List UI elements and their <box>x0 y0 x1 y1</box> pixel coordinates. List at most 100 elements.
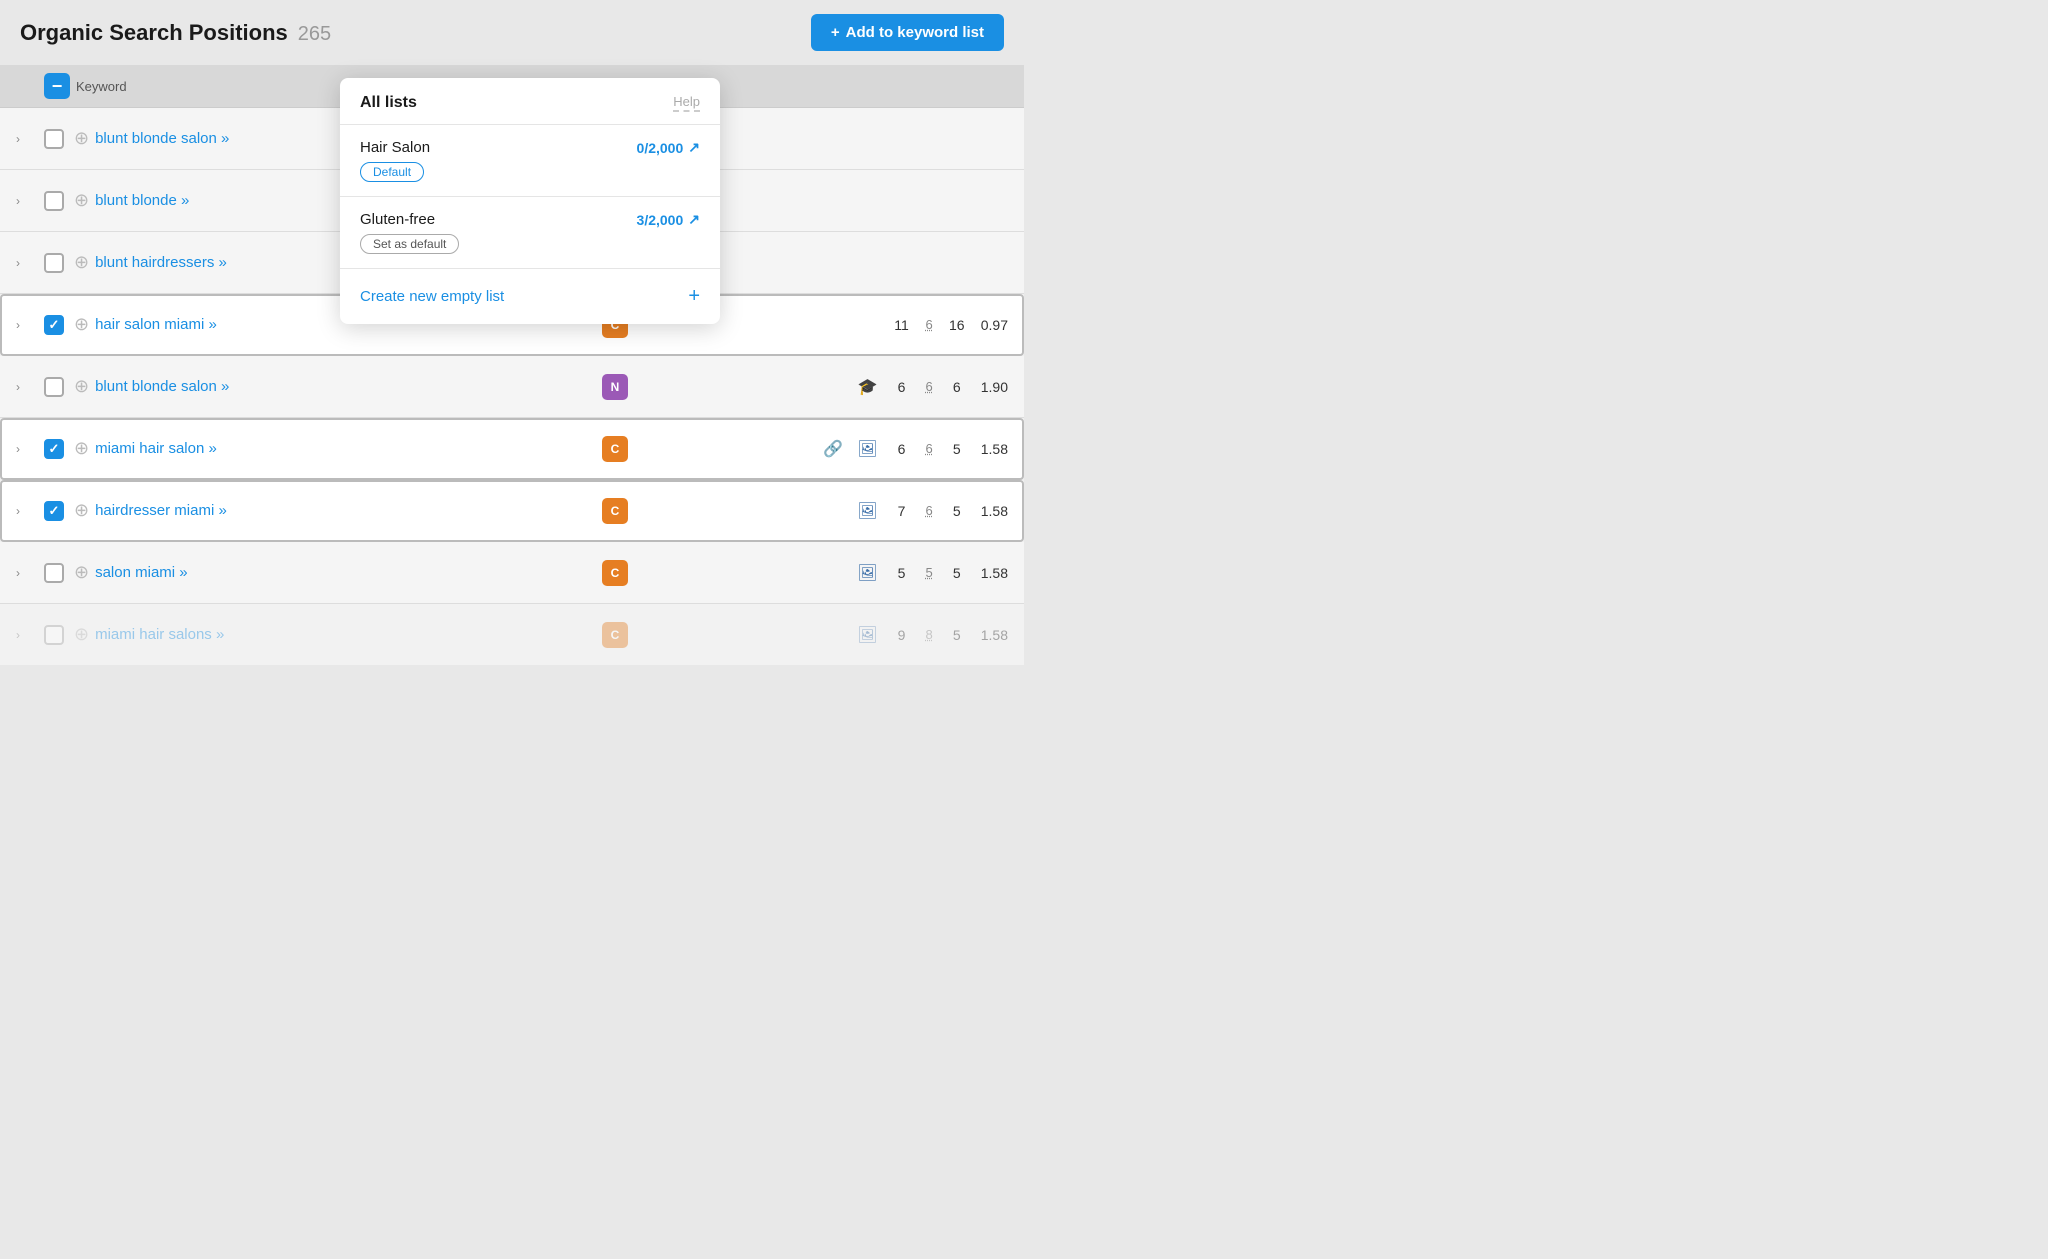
header-left: Organic Search Positions 265 <box>20 20 331 46</box>
data-num2: 0.97 <box>981 317 1008 333</box>
list-item-gluten-free: Gluten-free 3/2,000 ↗ Set as default <box>340 197 720 269</box>
plus-icon: + <box>831 24 840 41</box>
data-num1: 16 <box>947 317 967 333</box>
data-num1: 5 <box>947 441 967 457</box>
keyword-text[interactable]: salon miami » <box>95 564 188 581</box>
keyword-text[interactable]: blunt blonde salon » <box>95 130 229 147</box>
intent-badge: C <box>602 498 628 524</box>
create-new-label[interactable]: Create new empty list <box>360 288 504 305</box>
intent-badge: N <box>602 374 628 400</box>
data-num1: 5 <box>947 503 967 519</box>
position-num2: 6 <box>926 379 933 394</box>
position-num: 11 <box>892 317 912 333</box>
list-count[interactable]: 0/2,000 ↗ <box>637 139 700 156</box>
keyword-text[interactable]: miami hair salons » <box>95 626 224 643</box>
link-icon: 🔗 <box>823 439 843 459</box>
row-checkbox[interactable] <box>44 439 64 459</box>
position-num: 6 <box>892 441 912 457</box>
data-num2: 1.58 <box>981 441 1008 457</box>
add-to-list-icon[interactable]: ⊕ <box>74 190 89 211</box>
position-num2: 6 <box>926 441 933 456</box>
data-cols: 🖼 7 6 5 1.58 <box>628 501 1008 521</box>
row-checkbox[interactable] <box>44 625 64 645</box>
row-checkbox[interactable] <box>44 563 64 583</box>
set-default-button[interactable]: Set as default <box>360 234 459 254</box>
count-text: 0/2,000 <box>637 140 684 156</box>
list-count[interactable]: 3/2,000 ↗ <box>637 211 700 228</box>
count-badge: 265 <box>298 23 331 46</box>
add-keyword-button[interactable]: + Add to keyword list <box>811 14 1004 51</box>
row-checkbox[interactable] <box>44 501 64 521</box>
table-row: › ⊕ miami hair salons » C 🖼 9 8 5 1.58 <box>0 604 1024 666</box>
create-new-plus-icon[interactable]: + <box>688 285 700 308</box>
data-num1: 6 <box>947 379 967 395</box>
page-title: Organic Search Positions <box>20 20 288 46</box>
position-num: 9 <box>892 627 912 643</box>
add-to-list-icon[interactable]: ⊕ <box>74 314 89 335</box>
position-num: 6 <box>892 379 912 395</box>
help-link[interactable]: Help <box>673 94 700 112</box>
external-link-icon[interactable]: ↗ <box>688 211 700 228</box>
keyword-cell: ⊕ salon miami » <box>74 562 594 583</box>
expand-arrow[interactable]: › <box>16 504 44 518</box>
default-badge: Default <box>360 162 424 182</box>
data-num2: 1.58 <box>981 627 1008 643</box>
expand-arrow[interactable]: › <box>16 566 44 580</box>
add-to-list-icon[interactable]: ⊕ <box>74 500 89 521</box>
add-to-list-icon[interactable]: ⊕ <box>74 624 89 645</box>
expand-arrow[interactable]: › <box>16 628 44 642</box>
expand-arrow[interactable]: › <box>16 380 44 394</box>
intent-badge: C <box>602 560 628 586</box>
dropdown-header: All lists Help <box>340 78 720 125</box>
keyword-text[interactable]: hairdresser miami » <box>95 502 227 519</box>
row-checkbox[interactable] <box>44 191 64 211</box>
image-icon: 🖼 <box>857 625 877 645</box>
image-icon: 🖼 <box>857 439 877 459</box>
row-checkbox[interactable] <box>44 253 64 273</box>
data-cols: 🎓 6 6 6 1.90 <box>628 377 1008 397</box>
check-col-header[interactable] <box>44 73 76 99</box>
row-checkbox[interactable] <box>44 315 64 335</box>
expand-arrow[interactable]: › <box>16 318 44 332</box>
position-num2: 8 <box>926 627 933 642</box>
data-num1: 5 <box>947 627 967 643</box>
position-num: 7 <box>892 503 912 519</box>
keyword-cell: ⊕ miami hair salon » <box>74 438 594 459</box>
keyword-text[interactable]: hair salon miami » <box>95 316 217 333</box>
deselect-all-button[interactable] <box>44 73 70 99</box>
list-item-row: Gluten-free 3/2,000 ↗ <box>360 211 700 228</box>
add-to-list-icon[interactable]: ⊕ <box>74 376 89 397</box>
position-num2: 6 <box>926 503 933 518</box>
data-cols: 🖼 9 8 5 1.58 <box>628 625 1008 645</box>
keyword-text[interactable]: miami hair salon » <box>95 440 217 457</box>
create-new-row[interactable]: Create new empty list + <box>340 269 720 324</box>
add-to-list-icon[interactable]: ⊕ <box>74 252 89 273</box>
keyword-text[interactable]: blunt blonde » <box>95 192 189 209</box>
table-row: › ⊕ blunt blonde salon » N 🎓 6 6 6 1.90 <box>0 356 1024 418</box>
external-link-icon[interactable]: ↗ <box>688 139 700 156</box>
list-item-row: Hair Salon 0/2,000 ↗ <box>360 139 700 156</box>
data-cols: 🖼 5 5 5 1.58 <box>628 563 1008 583</box>
row-checkbox[interactable] <box>44 377 64 397</box>
list-name[interactable]: Gluten-free <box>360 211 435 228</box>
keyword-text[interactable]: blunt hairdressers » <box>95 254 227 271</box>
image-icon: 🖼 <box>857 563 877 583</box>
keyword-cell: ⊕ blunt blonde salon » <box>74 376 594 397</box>
keyword-list-dropdown: All lists Help Hair Salon 0/2,000 ↗ Defa… <box>340 78 720 324</box>
table-row-checked: › ⊕ hairdresser miami » C 🖼 7 6 5 1.58 <box>0 480 1024 542</box>
keyword-text[interactable]: blunt blonde salon » <box>95 378 229 395</box>
expand-arrow[interactable]: › <box>16 194 44 208</box>
table-row-checked: › ⊕ miami hair salon » C 🔗 🖼 6 6 5 1.58 <box>0 418 1024 480</box>
data-num2: 1.58 <box>981 565 1008 581</box>
expand-arrow[interactable]: › <box>16 256 44 270</box>
row-checkbox[interactable] <box>44 129 64 149</box>
expand-arrow[interactable]: › <box>16 132 44 146</box>
list-name[interactable]: Hair Salon <box>360 139 430 156</box>
graduate-icon: 🎓 <box>858 377 878 397</box>
expand-arrow[interactable]: › <box>16 442 44 456</box>
count-text: 3/2,000 <box>637 212 684 228</box>
add-to-list-icon[interactable]: ⊕ <box>74 438 89 459</box>
add-to-list-icon[interactable]: ⊕ <box>74 562 89 583</box>
add-to-list-icon[interactable]: ⊕ <box>74 128 89 149</box>
list-tag-row: Default <box>360 162 700 182</box>
